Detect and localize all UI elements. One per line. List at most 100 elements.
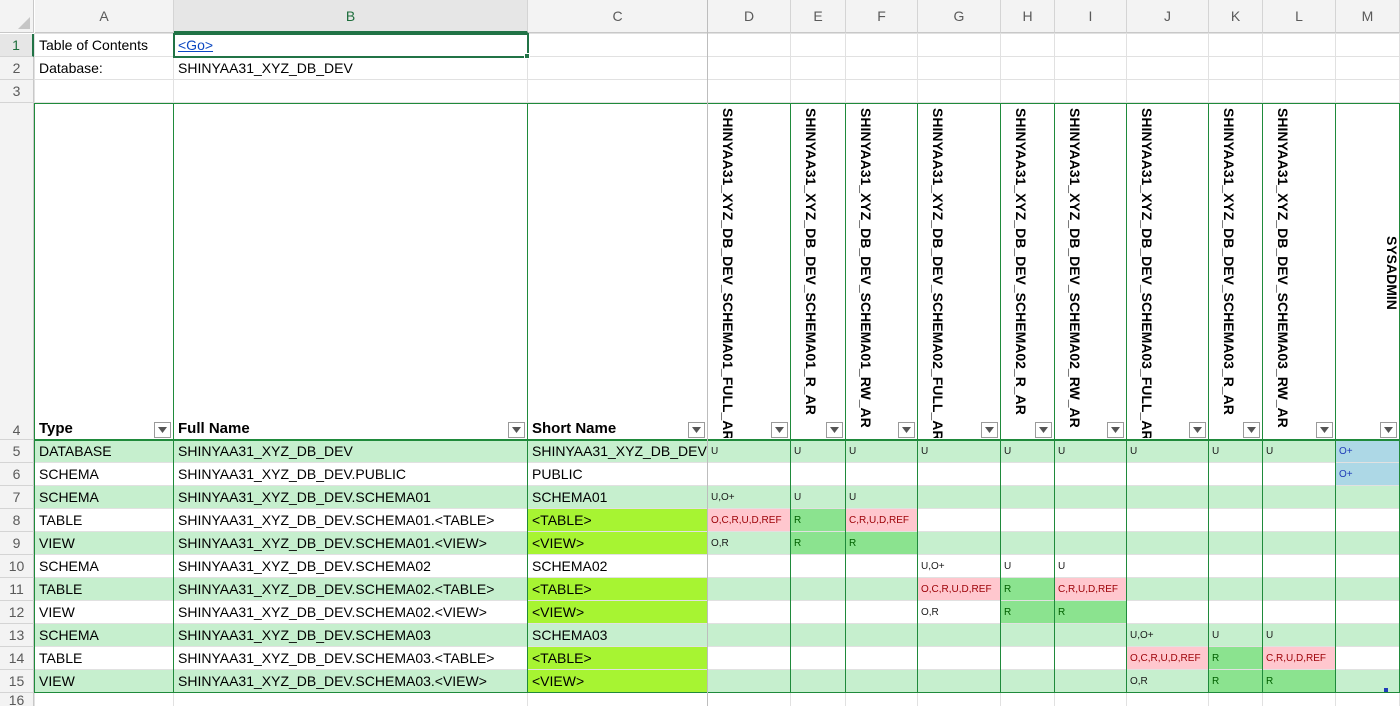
column-header-k[interactable]: K (1209, 0, 1263, 33)
column-header-a[interactable]: A (35, 0, 174, 33)
filter-dropdown-button[interactable] (826, 422, 843, 438)
cell-permission[interactable]: U,O+ (1127, 625, 1209, 647)
cell-permission[interactable]: U (1209, 625, 1263, 647)
cell-permission[interactable]: U (708, 441, 791, 463)
cell-short-name[interactable]: SCHEMA01 (528, 486, 708, 508)
cell-permission[interactable]: O,C,R,U,D,REF (1127, 648, 1209, 670)
cell-type[interactable]: TABLE (35, 647, 174, 669)
cell-short-name[interactable]: <TABLE> (528, 647, 708, 669)
cell-type[interactable]: SCHEMA (35, 463, 174, 485)
cell-short-name[interactable]: PUBLIC (528, 463, 708, 485)
cell-short-name[interactable]: <TABLE> (528, 578, 708, 600)
cell-type[interactable]: DATABASE (35, 440, 174, 462)
cell-permission[interactable]: O,R (918, 602, 1001, 624)
cell-permission[interactable]: O,C,R,U,D,REF (708, 510, 791, 532)
row-header-11[interactable]: 11 (0, 578, 34, 601)
row-header-14[interactable]: 14 (0, 647, 34, 670)
column-header-f[interactable]: F (846, 0, 918, 33)
cell-permission[interactable]: U (1001, 441, 1055, 463)
row-header-10[interactable]: 10 (0, 555, 34, 578)
cell-type[interactable]: SCHEMA (35, 486, 174, 508)
cell-permission[interactable]: R (846, 533, 918, 555)
column-header-l[interactable]: L (1263, 0, 1336, 33)
row-header-2[interactable]: 2 (0, 57, 34, 80)
filter-dropdown-button[interactable] (1380, 422, 1397, 438)
cell-permission[interactable]: R (791, 533, 846, 555)
cell-permission[interactable]: O,R (1127, 671, 1209, 693)
cell-full-name[interactable]: SHINYAA31_XYZ_DB_DEV.SCHEMA02.<VIEW> (174, 601, 528, 623)
row-header-9[interactable]: 9 (0, 532, 34, 555)
cell-short-name[interactable]: <VIEW> (528, 670, 708, 692)
cell-full-name[interactable]: SHINYAA31_XYZ_DB_DEV.SCHEMA01.<VIEW> (174, 532, 528, 554)
cell-short-name[interactable]: SCHEMA02 (528, 555, 708, 577)
filter-dropdown-button[interactable] (508, 422, 525, 438)
cell-type[interactable]: SCHEMA (35, 624, 174, 646)
cell-permission[interactable]: R (1209, 648, 1263, 670)
cell-type[interactable]: VIEW (35, 532, 174, 554)
filter-dropdown-button[interactable] (981, 422, 998, 438)
cell-permission[interactable]: U (791, 487, 846, 509)
column-header-m[interactable]: M (1336, 0, 1400, 33)
cell-permission[interactable]: U (1209, 441, 1263, 463)
row-header-6[interactable]: 6 (0, 463, 34, 486)
column-header-j[interactable]: J (1127, 0, 1209, 33)
row-header-3[interactable]: 3 (0, 80, 34, 103)
cell-permission[interactable]: O,C,R,U,D,REF (918, 579, 1001, 601)
cell-full-name[interactable]: SHINYAA31_XYZ_DB_DEV.SCHEMA01 (174, 486, 528, 508)
cell-permission[interactable]: U,O+ (918, 556, 1001, 578)
cell-full-name[interactable]: SHINYAA31_XYZ_DB_DEV.SCHEMA02 (174, 555, 528, 577)
row-header-8[interactable]: 8 (0, 509, 34, 532)
cell-permission[interactable]: U (1001, 556, 1055, 578)
cell-permission[interactable]: C,R,U,D,REF (1263, 648, 1336, 670)
cell-permission[interactable]: R (1263, 671, 1336, 693)
cell-permission[interactable]: U (846, 487, 918, 509)
cell-full-name[interactable]: SHINYAA31_XYZ_DB_DEV.SCHEMA03.<TABLE> (174, 647, 528, 669)
cell-permission[interactable]: C,R,U,D,REF (846, 510, 918, 532)
cell-permission[interactable]: U,O+ (708, 487, 791, 509)
row-header-4[interactable]: 4 (0, 103, 34, 440)
spreadsheet-grid[interactable]: A B C D E F G H I J K L M 1 2 3 4 5 6 7 8 9 10 11 12 13 14 15 16 Tabl… (0, 0, 1400, 706)
cell-permission[interactable]: U (1127, 441, 1209, 463)
cell-permission[interactable]: U (1055, 556, 1127, 578)
cell-full-name[interactable]: SHINYAA31_XYZ_DB_DEV.SCHEMA01.<TABLE> (174, 509, 528, 531)
cell-permission[interactable]: U (1263, 441, 1336, 463)
cell-type[interactable]: VIEW (35, 601, 174, 623)
column-header-g[interactable]: G (918, 0, 1001, 33)
filter-dropdown-button[interactable] (1316, 422, 1333, 438)
cell-permission[interactable]: U (791, 441, 846, 463)
filter-dropdown-button[interactable] (688, 422, 705, 438)
filter-dropdown-button[interactable] (771, 422, 788, 438)
cell-short-name[interactable]: SHINYAA31_XYZ_DB_DEV (528, 440, 708, 462)
cell-type[interactable]: TABLE (35, 578, 174, 600)
cell-full-name[interactable]: SHINYAA31_XYZ_DB_DEV (174, 440, 528, 462)
row-header-7[interactable]: 7 (0, 486, 34, 509)
cell-short-name[interactable]: <TABLE> (528, 509, 708, 531)
filter-dropdown-button[interactable] (1035, 422, 1052, 438)
cell-permission[interactable]: U (1263, 625, 1336, 647)
cell-permission[interactable]: R (1001, 579, 1055, 601)
filter-dropdown-button[interactable] (154, 422, 171, 438)
cell-permission[interactable]: U (846, 441, 918, 463)
cell-permission[interactable]: C,R,U,D,REF (1055, 579, 1127, 601)
select-all-corner[interactable] (0, 0, 34, 33)
filter-dropdown-button[interactable] (1243, 422, 1260, 438)
cell-permission[interactable]: R (1055, 602, 1127, 624)
column-header-d[interactable]: D (708, 0, 791, 33)
row-header-15[interactable]: 15 (0, 670, 34, 693)
column-header-i[interactable]: I (1055, 0, 1127, 33)
column-header-c[interactable]: C (528, 0, 708, 33)
row-header-1[interactable]: 1 (0, 34, 34, 57)
filter-dropdown-button[interactable] (1189, 422, 1206, 438)
row-header-12[interactable]: 12 (0, 601, 34, 624)
cell-type[interactable]: SCHEMA (35, 555, 174, 577)
filter-dropdown-button[interactable] (1107, 422, 1124, 438)
row-header-16[interactable]: 16 (0, 693, 34, 706)
cell-permission[interactable]: O,R (708, 533, 791, 555)
cell-permission[interactable]: R (1001, 602, 1055, 624)
cell-permission[interactable]: O+ (1336, 441, 1400, 463)
cell-full-name[interactable]: SHINYAA31_XYZ_DB_DEV.PUBLIC (174, 463, 528, 485)
row-header-13[interactable]: 13 (0, 624, 34, 647)
row-header-5[interactable]: 5 (0, 440, 34, 463)
column-header-h[interactable]: H (1001, 0, 1055, 33)
cell-short-name[interactable]: <VIEW> (528, 532, 708, 554)
